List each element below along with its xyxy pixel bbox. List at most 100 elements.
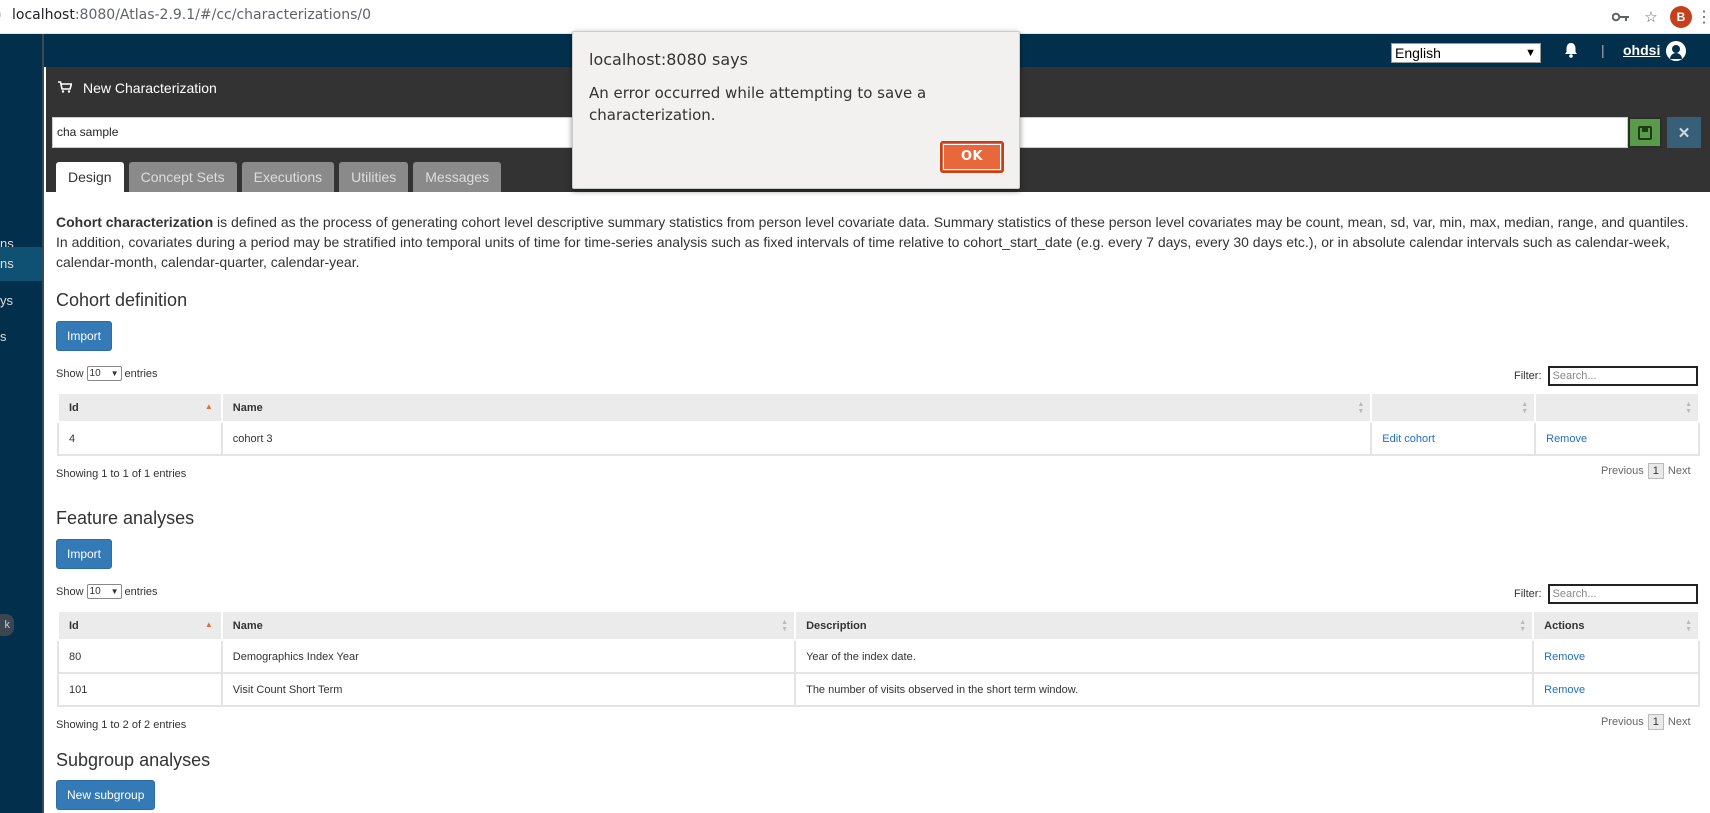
close-icon: ✕	[1677, 124, 1691, 142]
feature-entries-select[interactable]: 10 ▼	[86, 584, 122, 599]
cohort-import-button[interactable]: Import	[56, 321, 113, 351]
column-header-remove[interactable]: ▲ ▼	[1534, 392, 1700, 423]
table-header-row: Id ▲ Name ▲ ▼ ▲ ▼ ▲ ▼	[57, 392, 1700, 423]
language-select[interactable]: English ▼	[1391, 43, 1541, 63]
feature-length-control: Show 10 ▼ entries	[56, 584, 158, 599]
profile-avatar[interactable]: B	[1668, 4, 1694, 30]
column-header-name[interactable]: Name ▲ ▼	[220, 610, 797, 641]
bell-icon[interactable]	[1562, 42, 1580, 62]
feature-search-input[interactable]: Search...	[1547, 584, 1698, 604]
dialog-title: localhost:8080 says	[589, 50, 748, 69]
column-label: Actions	[1544, 619, 1585, 632]
star-icon[interactable]: ☆	[1638, 4, 1664, 30]
table-header-row: Id ▲ Name ▲ ▼ Description ▲ ▼ Actions ▲ ▼	[57, 610, 1700, 641]
cohort-table-info: Showing 1 to 1 of 1 entries	[56, 468, 187, 480]
tab-messages[interactable]: Messages	[413, 162, 502, 192]
sort-icon: ▲ ▼	[1521, 401, 1529, 415]
kebab-menu-icon[interactable]: ⋮	[1696, 4, 1710, 30]
table-row: 80 Demographics Index Year Year of the i…	[57, 639, 1700, 674]
sidebar-pill-label: k	[4, 619, 11, 631]
sidebar-item-3[interactable]: ys	[0, 284, 42, 318]
feature-import-button[interactable]: Import	[56, 539, 113, 569]
description-bold-term: Cohort characterization	[56, 214, 214, 230]
show-label: Show	[56, 585, 84, 598]
user-circle-icon[interactable]	[1666, 41, 1686, 61]
new-subgroup-button[interactable]: New subgroup	[56, 780, 156, 810]
profile-initial: B	[1670, 6, 1692, 28]
tab-utilities[interactable]: Utilities	[339, 162, 409, 192]
column-label: Name	[232, 619, 263, 632]
cell-id: 101	[57, 672, 223, 707]
cell-name: cohort 3	[220, 421, 1373, 456]
column-header-edit[interactable]: ▲ ▼	[1370, 392, 1537, 423]
sort-icon: ▲ ▼	[1685, 401, 1692, 415]
next-page-button[interactable]: Next	[1668, 716, 1691, 728]
feature-analyses-heading: Feature analyses	[56, 508, 195, 528]
user-link[interactable]: ohdsi	[1623, 42, 1660, 58]
cohort-definition-heading: Cohort definition	[56, 290, 188, 310]
feature-filter: Filter: Search...	[1514, 584, 1698, 604]
sort-icon: ▲ ▼	[781, 619, 789, 633]
page-title: New Characterization	[83, 80, 217, 96]
cohort-length-control: Show 10 ▼ entries	[56, 366, 158, 381]
address-field[interactable]: localhost:8080/Atlas-2.9.1/#/cc/characte…	[12, 7, 371, 23]
sort-ascending-icon: ▲	[204, 402, 213, 411]
page-info-icon[interactable]: )	[0, 6, 1, 24]
filter-label: Filter:	[1514, 370, 1542, 382]
column-header-id[interactable]: Id ▲	[57, 610, 223, 641]
tab-executions[interactable]: Executions	[241, 162, 335, 192]
key-icon[interactable]	[1608, 4, 1634, 30]
save-button[interactable]	[1628, 117, 1662, 148]
cohort-search-input[interactable]: Search...	[1547, 366, 1698, 386]
url-path: :8080/Atlas-2.9.1/#/cc/characterizations…	[74, 7, 372, 23]
remove-feature-link[interactable]: Remove	[1544, 651, 1585, 663]
feature-table: Id ▲ Name ▲ ▼ Description ▲ ▼ Actions ▲ ▼ 80 De…	[57, 610, 1700, 707]
previous-page-button[interactable]: Previous	[1601, 465, 1644, 477]
tab-concept-sets[interactable]: Concept Sets	[128, 162, 237, 192]
current-page-button[interactable]: 1	[1647, 463, 1664, 479]
sort-icon: ▲ ▼	[1519, 619, 1527, 633]
sidebar-item-4[interactable]: s	[0, 320, 42, 354]
chevron-down-icon: ▼	[1525, 47, 1536, 59]
sidebar-item-2[interactable]: ns	[0, 247, 42, 281]
sidebar-item-label: s	[0, 329, 7, 344]
column-header-actions[interactable]: Actions ▲ ▼	[1532, 610, 1700, 641]
close-button[interactable]: ✕	[1667, 117, 1701, 148]
column-header-id[interactable]: Id ▲	[57, 392, 223, 423]
tab-design[interactable]: Design	[56, 162, 124, 192]
alert-dialog: localhost:8080 says An error occurred wh…	[572, 31, 1020, 189]
cell-actions: Remove	[1532, 672, 1700, 707]
sidebar-item-label: ys	[0, 293, 13, 308]
edit-cohort-link[interactable]: Edit cohort	[1382, 433, 1435, 445]
sidebar-item-label: ns	[0, 256, 14, 271]
remove-cohort-link[interactable]: Remove	[1546, 433, 1587, 445]
current-page-button[interactable]: 1	[1647, 714, 1664, 730]
cell-edit: Edit cohort	[1370, 421, 1537, 456]
ok-button[interactable]: OK	[940, 141, 1004, 173]
next-page-button[interactable]: Next	[1668, 465, 1691, 477]
characterization-description: Cohort characterization is defined as th…	[56, 212, 1704, 272]
column-header-name[interactable]: Name ▲ ▼	[220, 392, 1373, 423]
cell-actions: Remove	[1532, 639, 1700, 674]
feature-pagination: Previous 1 Next	[1601, 714, 1691, 730]
entries-label: entries	[124, 585, 158, 598]
column-header-description[interactable]: Description ▲ ▼	[794, 610, 1535, 641]
remove-feature-link[interactable]: Remove	[1544, 684, 1585, 696]
url-host: localhost	[12, 7, 75, 23]
cohort-entries-select[interactable]: 10 ▼	[86, 366, 122, 381]
cell-id: 80	[57, 639, 223, 674]
floppy-disk-icon	[1638, 125, 1652, 140]
cell-name: Visit Count Short Term	[220, 672, 797, 707]
column-label: Id	[69, 401, 79, 414]
previous-page-button[interactable]: Previous	[1601, 716, 1644, 728]
table-row: 4 cohort 3 Edit cohort Remove	[57, 421, 1700, 456]
chevron-down-icon: ▼	[110, 587, 119, 596]
sort-icon: ▲ ▼	[1685, 619, 1692, 633]
sidebar-collapse-pill[interactable]: k	[0, 614, 14, 636]
column-label: Name	[232, 401, 263, 414]
subgroup-analyses-heading: Subgroup analyses	[56, 750, 211, 770]
cohort-pagination: Previous 1 Next	[1601, 463, 1691, 479]
entries-value: 10	[89, 368, 101, 379]
column-label: Description	[806, 619, 867, 632]
left-sidebar: ns ns ys s k	[0, 34, 44, 813]
